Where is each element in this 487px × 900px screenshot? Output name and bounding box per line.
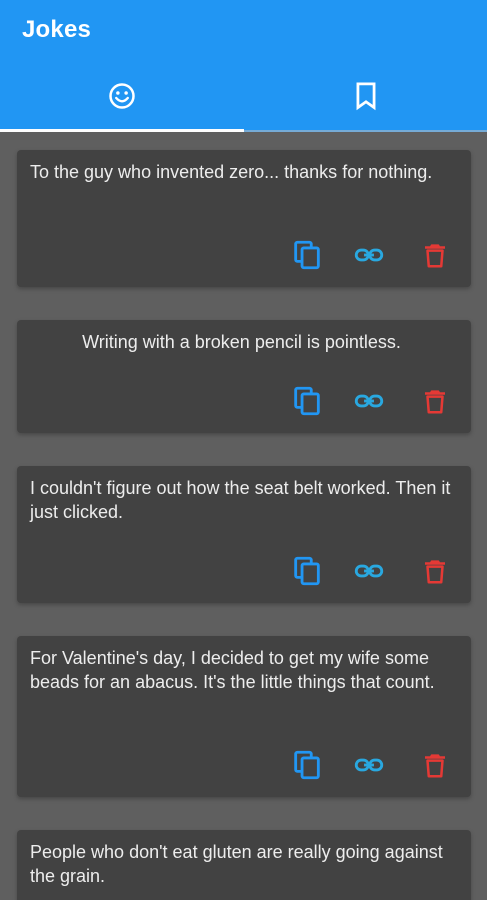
joke-text: To the guy who invented zero... thanks f…	[30, 162, 433, 182]
bookmark-icon	[353, 81, 379, 116]
joke-text: Writing with a broken pencil is pointles…	[82, 332, 401, 352]
delete-icon	[420, 556, 450, 586]
copy-button[interactable]	[289, 237, 325, 273]
joke-text: I couldn't figure out how the seat belt …	[30, 478, 451, 522]
delete-button[interactable]	[417, 237, 453, 273]
joke-actions	[289, 553, 453, 589]
joke-actions	[289, 237, 453, 273]
smiley-face-icon	[107, 81, 137, 116]
tab-bar	[0, 64, 487, 132]
joke-card: Writing with a broken pencil is pointles…	[17, 320, 471, 433]
joke-actions	[289, 383, 453, 419]
tab-saved[interactable]	[244, 64, 487, 132]
tab-jokes[interactable]	[0, 64, 243, 132]
app-title: Jokes	[22, 16, 92, 43]
copy-button[interactable]	[289, 747, 325, 783]
share-link-button[interactable]	[351, 747, 387, 783]
delete-icon	[420, 386, 450, 416]
delete-icon	[420, 750, 450, 780]
copy-icon	[290, 554, 324, 588]
copy-button[interactable]	[289, 553, 325, 589]
delete-icon	[420, 240, 450, 270]
joke-text: People who don't eat gluten are really g…	[30, 842, 443, 886]
copy-icon	[290, 238, 324, 272]
copy-icon	[290, 384, 324, 418]
link-icon	[352, 554, 386, 588]
joke-card: I couldn't figure out how the seat belt …	[17, 466, 471, 603]
delete-button[interactable]	[417, 383, 453, 419]
jokes-list[interactable]: To the guy who invented zero... thanks f…	[0, 132, 487, 900]
delete-button[interactable]	[417, 747, 453, 783]
share-link-button[interactable]	[351, 237, 387, 273]
app-bar: Jokes	[0, 0, 487, 132]
link-icon	[352, 384, 386, 418]
joke-card: People who don't eat gluten are really g…	[17, 830, 471, 900]
joke-actions	[289, 747, 453, 783]
share-link-button[interactable]	[351, 383, 387, 419]
joke-text: For Valentine's day, I decided to get my…	[30, 648, 435, 692]
copy-icon	[290, 748, 324, 782]
share-link-button[interactable]	[351, 553, 387, 589]
link-icon	[352, 238, 386, 272]
link-icon	[352, 748, 386, 782]
copy-button[interactable]	[289, 383, 325, 419]
delete-button[interactable]	[417, 553, 453, 589]
joke-card: To the guy who invented zero... thanks f…	[17, 150, 471, 287]
joke-card: For Valentine's day, I decided to get my…	[17, 636, 471, 797]
